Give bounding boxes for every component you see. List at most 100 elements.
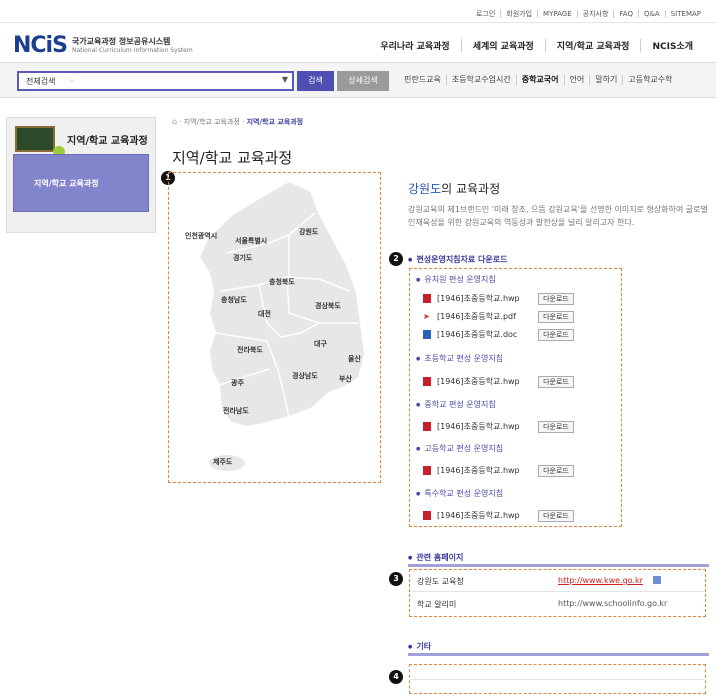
region-label[interactable]: 부산	[339, 374, 352, 384]
nav-item-regional-curriculum[interactable]: 지역/학교 교육과정	[544, 39, 641, 52]
keyword-link[interactable]: 언어	[563, 75, 590, 85]
dropdown-arrow-icon[interactable]: ▼	[282, 75, 288, 84]
logo-text: 국가교육과정 정보공유시스템 National Curriculum Infor…	[72, 37, 193, 55]
region-label[interactable]: 대구	[314, 339, 327, 349]
hwp-file-icon	[423, 511, 431, 520]
nav-item-korea-curriculum[interactable]: 우리나라 교육과정	[369, 39, 460, 52]
section-divider	[408, 653, 709, 656]
file-name[interactable]: [1946]초중등학교.hwp	[437, 376, 520, 387]
hwp-file-icon	[423, 294, 431, 303]
region-label[interactable]: 경상남도	[292, 371, 318, 381]
region-label[interactable]: 경기도	[233, 253, 252, 263]
search-scope-select[interactable]: 전체검색	[26, 76, 55, 87]
link-url[interactable]: http://www.schoolinfo.go.kr	[558, 599, 667, 608]
link-name: 학교 알리미	[417, 600, 457, 609]
region-label[interactable]: 서울특별시	[235, 236, 267, 246]
keyword-link[interactable]: 초등학교수업시간	[445, 75, 516, 85]
link-row: 학교 알리미 http://www.schoolinfo.go.kr	[410, 593, 705, 615]
hwp-file-icon	[423, 422, 431, 431]
chevron-down-icon[interactable]: ⌵	[69, 76, 74, 85]
keyword-link[interactable]: 말하기	[589, 75, 622, 85]
external-link-icon[interactable]	[653, 576, 661, 584]
region-label[interactable]: 인천광역시	[185, 231, 217, 241]
pdf-file-icon: ➤	[423, 312, 431, 321]
province-description: 강원교육의 제1브랜드인 '미래 창조, 으뜸 강원교육'을 선명한 이미지로 …	[408, 205, 708, 227]
faq-link[interactable]: FAQ	[613, 10, 638, 18]
chalkboard-icon	[15, 126, 55, 152]
korea-map-panel: 인천광역시 서울특별시 강원도 경기도 충청북도 충청남도 대전 경상북도 대구…	[168, 172, 381, 483]
link-url[interactable]: http://www.kwe.go.kr	[558, 576, 643, 585]
file-name[interactable]: [1946]초중등학교.doc	[437, 329, 517, 340]
file-name[interactable]: [1946]초중등학교.hwp	[437, 293, 520, 304]
file-item[interactable]: [1946]초중등학교.doc	[423, 329, 517, 340]
related-section-title: 관련 홈페이지	[408, 552, 463, 563]
file-item[interactable]: [1946]초중등학교.hwp	[423, 421, 520, 432]
etc-section-title: 기타	[408, 641, 431, 652]
popular-keywords: 핀란드교육 초등학교수업시간 중학교국어 언어 말하기 고등학교수학	[404, 75, 678, 85]
signup-link[interactable]: 회원가입	[500, 10, 537, 18]
region-label[interactable]: 울산	[348, 354, 361, 364]
breadcrumb-parent[interactable]: 지역/학교 교육과정	[184, 118, 240, 126]
sidebar-item-regional-curriculum[interactable]: 지역/학교 교육과정	[13, 154, 149, 212]
sitemap-link[interactable]: SITEMAP	[664, 10, 706, 18]
download-button[interactable]: 다운로드	[538, 329, 574, 341]
download-button[interactable]: 다운로드	[538, 510, 574, 522]
region-label[interactable]: 광주	[231, 378, 244, 388]
search-input[interactable]: 전체검색 ⌵ ▼	[17, 71, 294, 91]
region-label[interactable]: 제주도	[213, 457, 232, 467]
search-button[interactable]: 검색	[297, 71, 334, 91]
keyword-link[interactable]: 고등학교수학	[622, 75, 677, 85]
doc-file-icon	[423, 330, 431, 339]
korea-map	[197, 179, 367, 471]
region-label[interactable]: 전라북도	[237, 345, 263, 355]
file-item[interactable]: ➤ [1946]초중등학교.pdf	[423, 311, 516, 322]
file-name[interactable]: [1946]초중등학교.hwp	[437, 465, 520, 476]
file-item[interactable]: [1946]초중등학교.hwp	[423, 293, 520, 304]
category-kindergarten: 유치원 편성 운영지침	[416, 274, 495, 285]
etc-content	[409, 664, 706, 694]
qna-link[interactable]: Q&A	[637, 10, 665, 18]
related-links: 강원도 교육청 http://www.kwe.go.kr 학교 알리미 http…	[409, 569, 706, 617]
file-name[interactable]: [1946]초중등학교.pdf	[437, 311, 516, 322]
detail-search-button[interactable]: 상세검색	[337, 71, 389, 91]
logo-mark: NCiS	[13, 33, 68, 58]
notice-link[interactable]: 공지사항	[576, 10, 614, 18]
province-name: 강원도	[408, 182, 442, 196]
page-title: 지역/학교 교육과정	[172, 149, 293, 167]
main-nav: 우리나라 교육과정 세계의 교육과정 지역/학교 교육과정 NCIS소개	[369, 39, 704, 52]
file-item[interactable]: [1946]초중등학교.hwp	[423, 376, 520, 387]
category-special-school: 특수학교 편성 운영지침	[416, 488, 503, 499]
region-label[interactable]: 전라남도	[223, 406, 249, 416]
file-item[interactable]: [1946]초중등학교.hwp	[423, 465, 520, 476]
region-label[interactable]: 충청북도	[269, 277, 295, 287]
home-icon[interactable]: ⌂	[172, 117, 177, 126]
login-link[interactable]: 로그인	[471, 10, 500, 18]
file-item[interactable]: [1946]초중등학교.hwp	[423, 510, 520, 521]
file-name[interactable]: [1946]초중등학교.hwp	[437, 421, 520, 432]
download-button[interactable]: 다운로드	[538, 311, 574, 323]
nav-item-world-curriculum[interactable]: 세계의 교육과정	[460, 39, 545, 52]
logo-korean: 국가교육과정 정보공유시스템	[71, 36, 171, 46]
file-name[interactable]: [1946]초중등학교.hwp	[437, 510, 520, 521]
download-button[interactable]: 다운로드	[538, 465, 574, 477]
keyword-link[interactable]: 중학교국어	[515, 75, 564, 85]
region-label[interactable]: 대전	[258, 309, 271, 319]
region-label[interactable]: 충청남도	[221, 295, 247, 305]
section-divider	[408, 564, 709, 567]
download-button[interactable]: 다운로드	[538, 293, 574, 305]
marker-4: 4	[389, 670, 403, 684]
nav-item-about[interactable]: NCIS소개	[640, 39, 704, 52]
link-name: 강원도 교육청	[417, 577, 464, 586]
sidebar-title: 지역/학교 교육과정	[67, 136, 148, 147]
download-button[interactable]: 다운로드	[538, 421, 574, 433]
keyword-link[interactable]: 핀란드교육	[404, 75, 446, 85]
hwp-file-icon	[423, 466, 431, 475]
site-logo[interactable]: NCiS 국가교육과정 정보공유시스템 National Curriculum …	[13, 33, 193, 58]
mypage-link[interactable]: MYPAGE	[537, 10, 577, 18]
region-label[interactable]: 강원도	[299, 227, 318, 237]
province-title-suffix: 의 교육과정	[441, 182, 501, 196]
download-button[interactable]: 다운로드	[538, 376, 574, 388]
region-label[interactable]: 경상북도	[315, 301, 341, 311]
category-high-school: 고등학교 편성 운영지침	[416, 443, 503, 454]
breadcrumb-current: 지역/학교 교육과정	[246, 118, 304, 126]
